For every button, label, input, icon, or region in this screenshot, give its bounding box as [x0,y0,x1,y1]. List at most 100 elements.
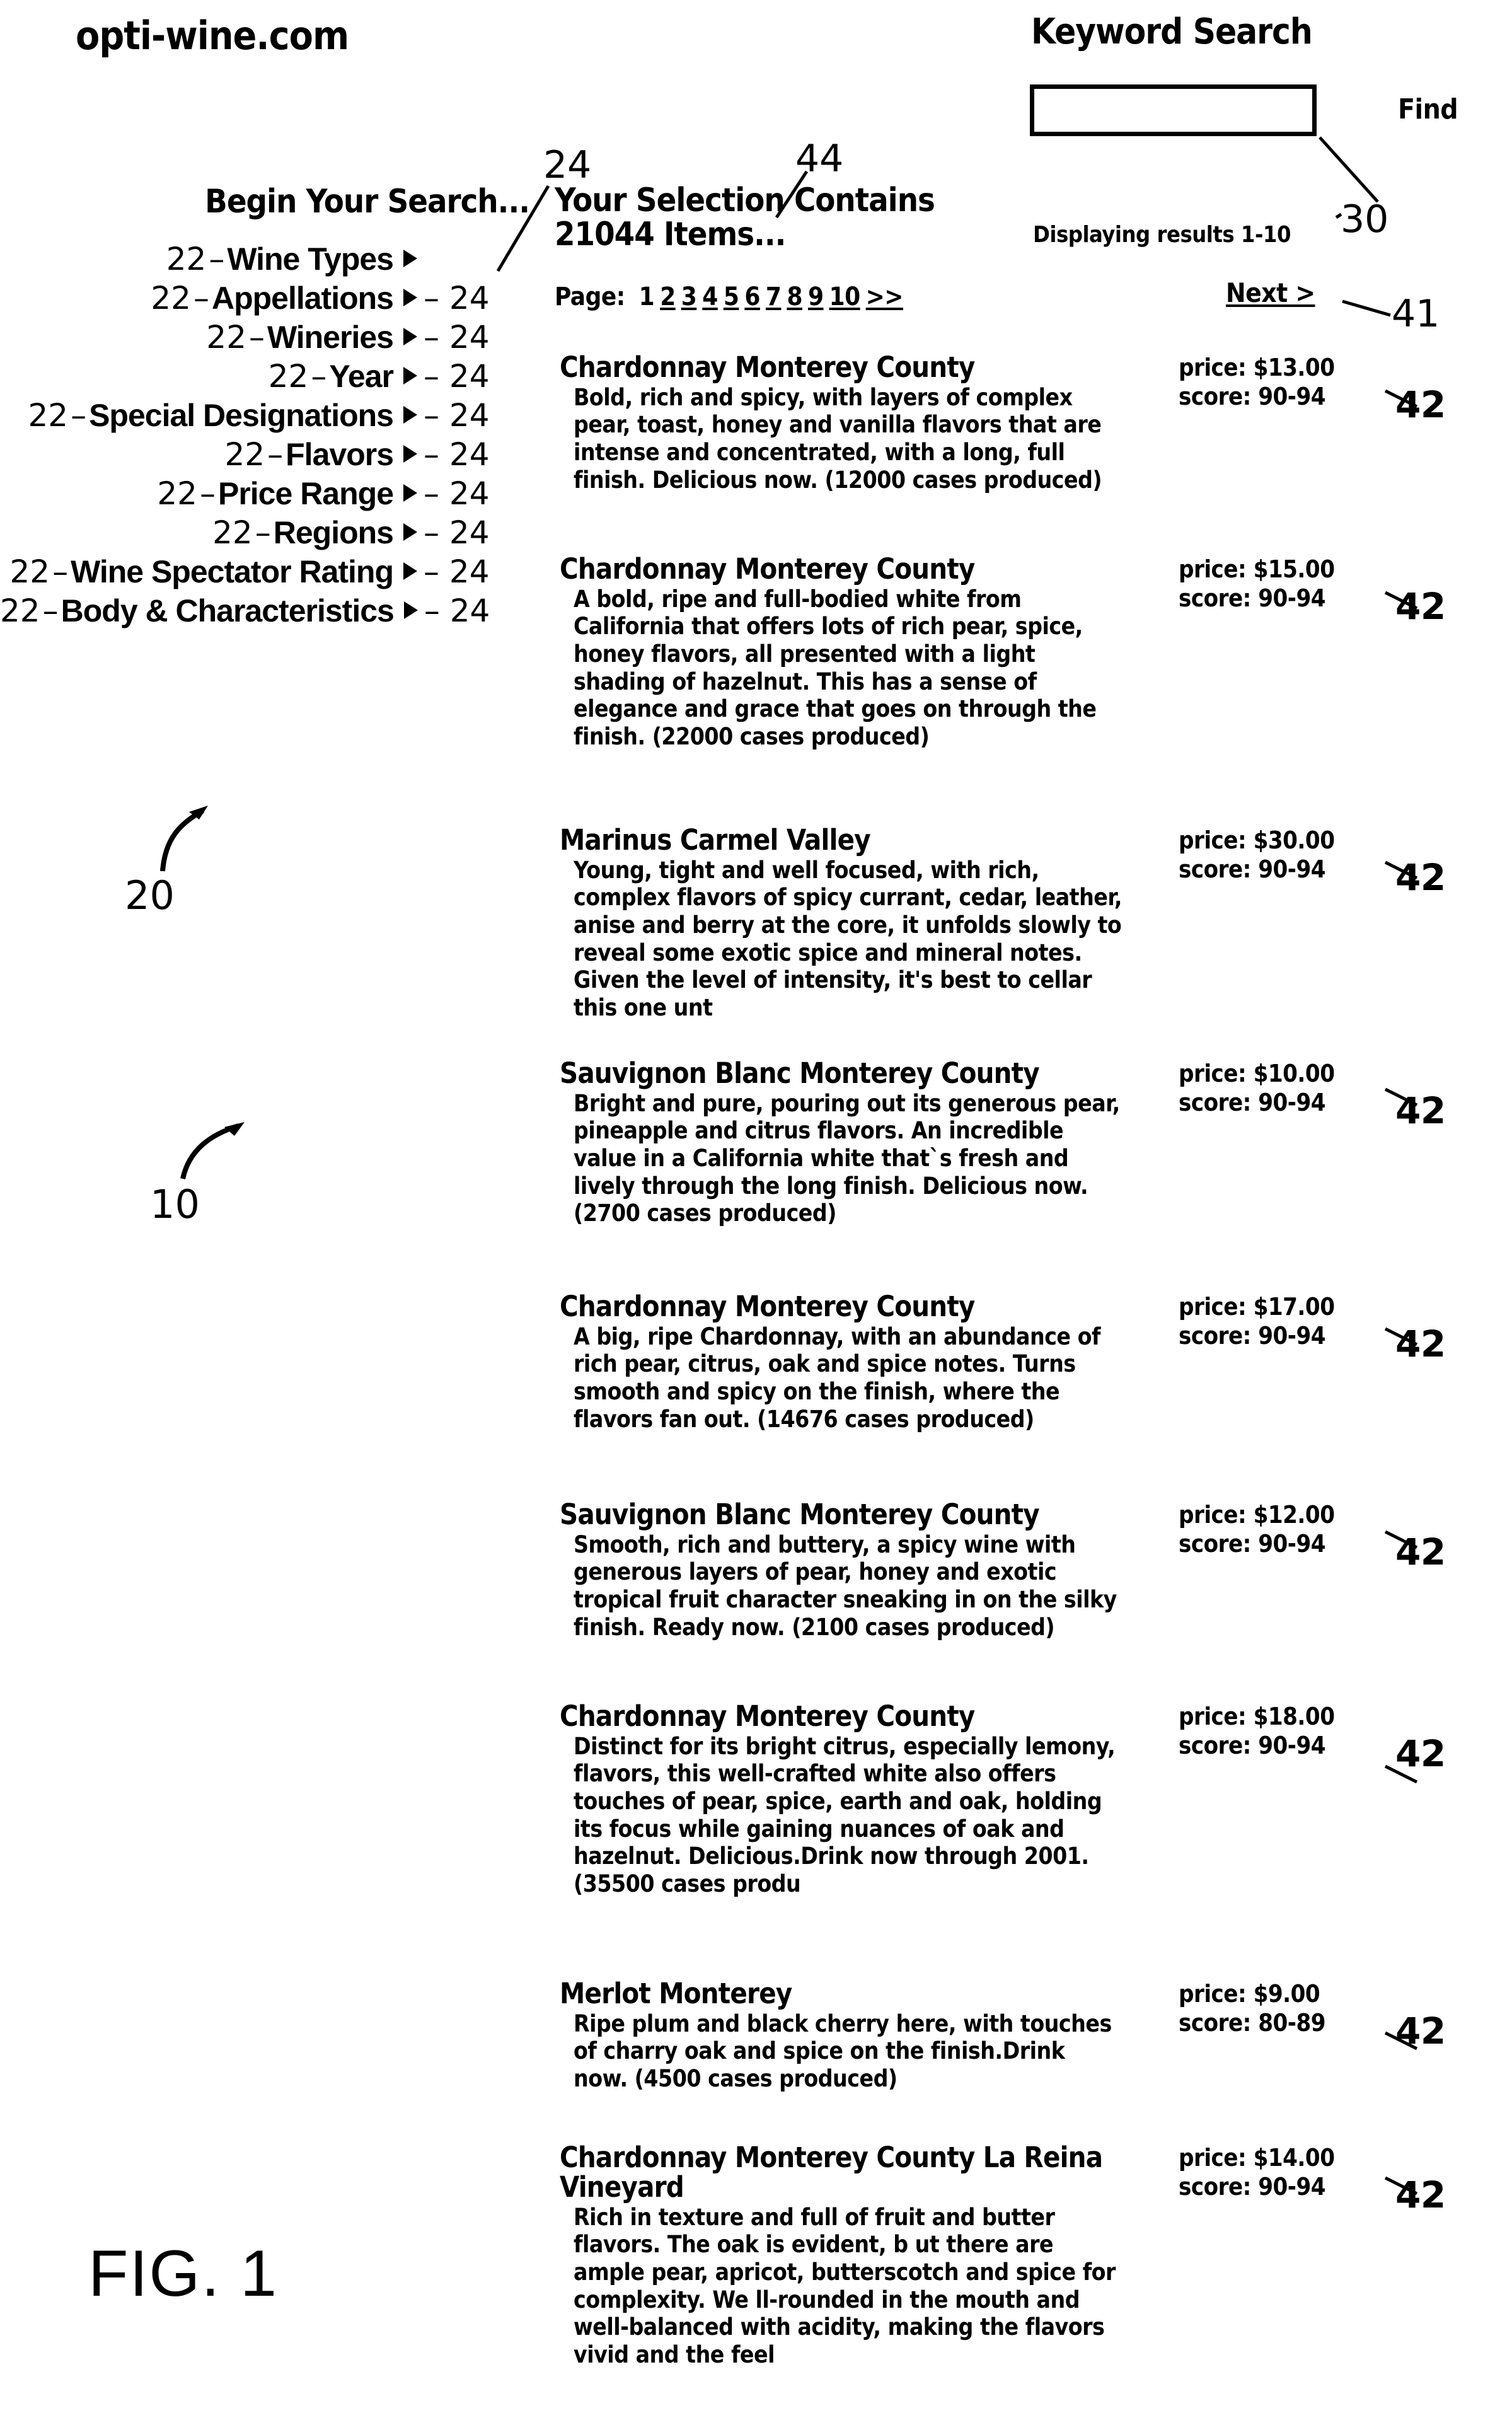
facet-item-body-characteristics[interactable]: 22– Body & Characteristics – 24 [0,593,498,632]
pagination-label: Page: [555,282,625,311]
site-logo: opti-wine.com [76,13,349,59]
result-item[interactable]: Sauvignon Blanc Monterey County Bright an… [560,1058,1461,1227]
facet-callout-22: 22 [224,436,265,473]
facet-callout-24: – 24 [424,319,490,356]
result-score: score: 90-94 [1179,855,1326,884]
callout-44: 44 [795,137,844,181]
pagination-page-9[interactable]: 9 [808,282,824,311]
facet-label: Price Range [217,476,394,511]
facet-callout-22: 22 [151,280,191,316]
result-item[interactable]: Chardonnay Monterey County Distinct for i… [560,1701,1461,1898]
facet-item-special-designations[interactable]: 22– Special Designations – 24 [0,397,498,436]
result-description: Rich in texture and full of fruit and bu… [574,2203,1116,2368]
pagination-page-7[interactable]: 7 [766,282,782,311]
pagination: Page: 1 2 3 4 5 6 7 8 9 10 >> [555,282,909,311]
result-item[interactable]: Chardonnay Monterey County A bold, ripe a… [560,554,1461,751]
expand-triangle-icon[interactable] [403,601,418,619]
expand-triangle-icon[interactable] [403,250,417,267]
facet-callout-22: 22 [206,319,247,356]
result-title[interactable]: Chardonnay Monterey County La Reina Vine… [560,2143,1114,2202]
result-description: Ripe plum and black cherry here, with to… [574,2010,1112,2093]
facet-dash: – [71,397,87,434]
facet-callout-22: 22 [9,553,50,590]
pagination-page-2[interactable]: 2 [660,282,676,311]
expand-triangle-icon[interactable] [403,484,417,502]
result-item[interactable]: Chardonnay Monterey County Bold, rich and… [560,352,1461,494]
result-title[interactable]: Sauvignon Blanc Monterey County [560,1058,1114,1089]
result-title[interactable]: Chardonnay Monterey County [560,554,1114,584]
facet-item-wine-spectator-rating[interactable]: 22– Wine Spectator Rating – 24 [0,553,498,593]
facet-item-regions[interactable]: 22– Regions – 24 [0,514,498,553]
result-item[interactable]: Sauvignon Blanc Monterey County Smooth, r… [560,1500,1461,1641]
expand-triangle-icon[interactable] [403,523,417,541]
facet-dash: – [52,553,69,590]
result-title[interactable]: Sauvignon Blanc Monterey County [560,1500,1114,1530]
pagination-page-3[interactable]: 3 [681,282,697,311]
result-meta: price: $9.00 score: 80-89 [1179,1979,1326,2038]
selection-title-line1: Your Selection Contains [555,182,935,219]
facet-item-appellations[interactable]: 22– Appellations – 24 [0,280,498,319]
facet-item-wine-types[interactable]: 22– Wine Types [0,241,498,280]
result-description: A bold, ripe and full-bodied white from … [574,585,1097,751]
result-price: price: $30.00 [1179,826,1335,854]
result-price: price: $14.00 [1179,2144,1335,2172]
facet-callout-22: 22 [268,358,309,395]
expand-triangle-icon[interactable] [403,328,417,345]
result-meta: price: $10.00 score: 90-94 [1179,1059,1335,1118]
begin-search-title: Begin Your Search... [205,183,530,221]
result-item[interactable]: Merlot Monterey Ripe plum and black cherr… [560,1979,1461,2093]
result-score: score: 80-89 [1179,2009,1326,2037]
result-title[interactable]: Chardonnay Monterey County [560,1292,1114,1322]
facet-label: Body & Characteristics [61,593,395,628]
result-description: Smooth, rich and buttery, a spicy wine w… [574,1531,1117,1641]
expand-triangle-icon[interactable] [403,367,417,385]
result-description: Bold, rich and spicy, with layers of com… [574,383,1102,494]
result-price: price: $10.00 [1179,1060,1335,1087]
result-item[interactable]: Chardonnay Monterey County A big, ripe Ch… [560,1292,1461,1433]
keyword-search-input[interactable] [1030,84,1317,136]
facet-callout-24: – 24 [424,514,490,551]
next-page-link[interactable]: Next > [1226,277,1315,308]
facet-item-wineries[interactable]: 22– Wineries – 24 [0,319,498,358]
pagination-page-5[interactable]: 5 [724,282,739,311]
facet-callout-24: – 24 [424,593,490,629]
expand-triangle-icon[interactable] [403,406,417,424]
facet-label: Regions [273,515,394,550]
facet-dash: – [255,514,271,551]
result-description: A big, ripe Chardonnay, with an abundanc… [574,1322,1100,1433]
result-item[interactable]: Chardonnay Monterey County La Reina Vine… [560,2143,1461,2369]
facet-callout-22: 22 [28,397,69,434]
result-item[interactable]: Marinus Carmel Valley Young, tight and we… [560,825,1461,1022]
result-price: price: $13.00 [1179,354,1335,381]
facet-callout-24: – 24 [424,397,490,434]
callout-24-wine-types: 24 [543,143,592,187]
result-meta: price: $13.00 score: 90-94 [1179,353,1335,412]
facet-dash: – [209,241,225,277]
result-meta: price: $18.00 score: 90-94 [1179,1702,1335,1761]
result-meta: price: $12.00 score: 90-94 [1179,1500,1335,1559]
result-title[interactable]: Chardonnay Monterey County [560,1701,1114,1732]
result-title[interactable]: Marinus Carmel Valley [560,825,1114,855]
result-title[interactable]: Merlot Monterey [560,1979,1114,2009]
result-meta: price: $30.00 score: 90-94 [1179,826,1335,884]
facet-callout-22: 22 [212,514,253,551]
pagination-page-4[interactable]: 4 [702,282,718,311]
result-title[interactable]: Chardonnay Monterey County [560,352,1114,383]
expand-triangle-icon[interactable] [403,289,417,306]
facet-label: Wine Spectator Rating [71,554,394,589]
pagination-page-8[interactable]: 8 [787,282,802,311]
pagination-page-10[interactable]: 10 [829,282,861,311]
facet-item-price-range[interactable]: 22– Price Range – 24 [0,475,498,514]
facet-callout-24: – 24 [424,436,490,473]
result-score: score: 90-94 [1179,1732,1326,1760]
callout-41: 41 [1392,292,1440,336]
expand-triangle-icon[interactable] [403,562,417,580]
pagination-page-next[interactable]: >> [866,282,904,311]
facet-item-flavors[interactable]: 22– Flavors – 24 [0,436,498,475]
facet-dash: – [199,475,216,512]
expand-triangle-icon[interactable] [403,445,417,463]
pagination-page-1[interactable]: 1 [639,282,655,311]
find-button[interactable]: Find [1398,93,1458,125]
pagination-page-6[interactable]: 6 [744,282,760,311]
facet-item-year[interactable]: 22– Year – 24 [0,358,498,397]
